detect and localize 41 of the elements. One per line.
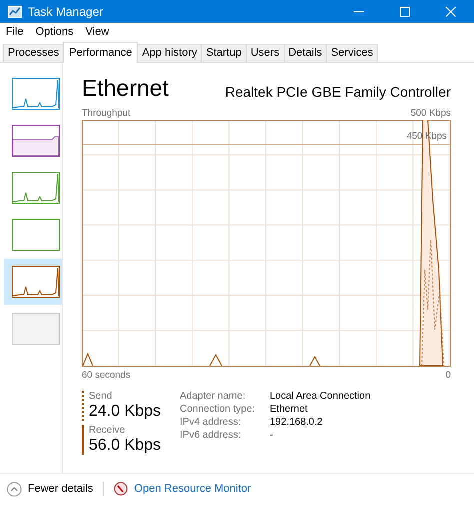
stat-value: 24.0 Kbps (89, 403, 162, 421)
detail-label: IPv6 address: (180, 430, 242, 441)
tab[interactable]: Processes (3, 44, 64, 62)
graph-thumbnail[interactable] (12, 266, 60, 298)
collapse-icon[interactable] (7, 482, 22, 496)
max-value-label: 500 Kbps (410, 108, 451, 120)
graph-thumbnail[interactable] (12, 78, 60, 110)
tab[interactable]: Startup (201, 44, 247, 62)
maximize-icon[interactable] (400, 6, 410, 16)
window-title: Task Manager (28, 4, 104, 18)
page-title: Ethernet (82, 75, 169, 102)
tab[interactable]: App history (137, 44, 202, 62)
device-name: Realtek PCIe GBE Family Controller (225, 84, 451, 102)
fewer-details-button[interactable]: Fewer details (28, 483, 94, 495)
detail-value: Local Area Connection (270, 391, 371, 402)
stat-label: Send (89, 391, 114, 402)
detail-label: IPv4 address: (180, 417, 242, 428)
detail-value: 192.168.0.2 (270, 417, 324, 428)
time-end-label: 0 (446, 370, 451, 382)
stat-value: 56.0 Kbps (89, 437, 162, 455)
tab[interactable]: Performance (63, 42, 138, 63)
detail-label: Adapter name: (180, 391, 247, 402)
app-icon (8, 6, 22, 18)
detail-value: Ethernet (270, 404, 309, 415)
menu-item[interactable]: View (86, 26, 110, 38)
detail-label: Connection type: (180, 404, 256, 415)
tab[interactable]: Users (246, 44, 285, 62)
tab[interactable]: Details (284, 44, 328, 62)
stat-label: Receive (89, 425, 126, 436)
graph-thumbnail[interactable] (12, 219, 60, 251)
close-icon[interactable] (446, 6, 456, 16)
graph-label: Throughput (82, 108, 131, 120)
tab[interactable]: Services (326, 44, 378, 62)
graph-thumbnail[interactable] (12, 125, 60, 157)
detail-value: - (270, 430, 274, 441)
time-span-label: 60 seconds (82, 370, 131, 382)
graph-thumbnail[interactable] (12, 172, 60, 204)
menu-item[interactable]: File (6, 26, 24, 38)
menu-item[interactable]: Options (36, 26, 74, 38)
resource-monitor-link[interactable]: Open Resource Monitor (134, 483, 252, 495)
graph-thumbnail[interactable] (12, 313, 60, 345)
